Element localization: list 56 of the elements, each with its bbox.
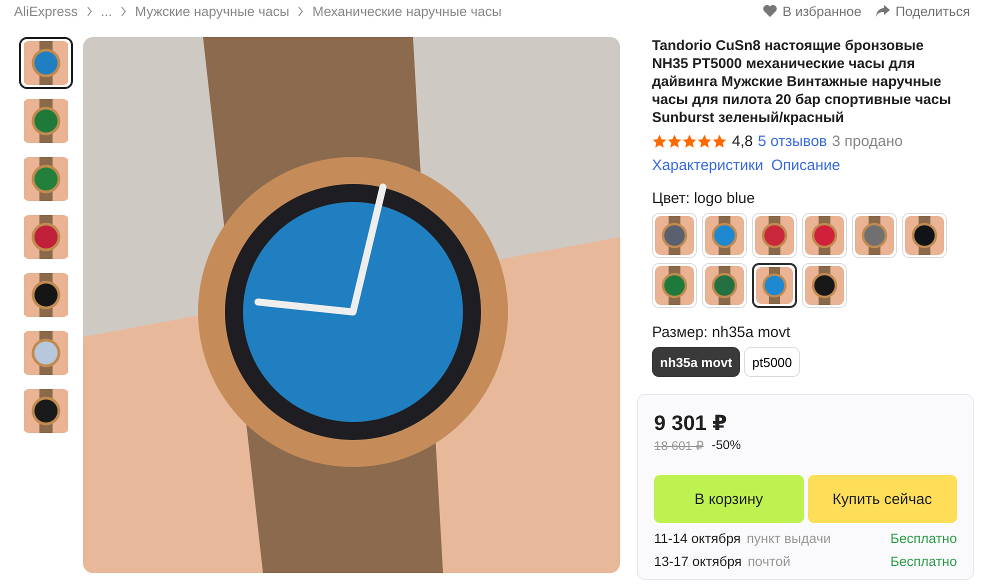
breadcrumb-link[interactable]: Механические наручные часы	[312, 4, 502, 18]
watch-swatch-drawing	[755, 216, 794, 255]
favorite-button[interactable]: В избранное	[762, 4, 862, 18]
share-button[interactable]: Поделиться	[875, 4, 970, 18]
watch-swatch-drawing	[705, 216, 744, 255]
watch-thumbnail-drawing	[23, 99, 69, 143]
delivery-method: пункт выдачи	[746, 531, 832, 546]
old-price: 18 601 ₽	[654, 438, 704, 453]
watch-thumbnail-drawing	[23, 273, 69, 317]
star-icon	[712, 134, 727, 149]
share-arrow-icon	[875, 4, 892, 18]
watch-thumbnail-drawing	[23, 215, 69, 259]
heart-icon	[762, 4, 778, 18]
star-icon	[652, 134, 667, 149]
chevron-icon	[120, 6, 128, 16]
sold-count: 3 продано	[832, 133, 903, 150]
size-option[interactable]: nh35a movt	[652, 347, 740, 377]
size-label: Размер: nh35a movt	[652, 324, 792, 341]
buy-now-button[interactable]: Купить сейчас	[808, 475, 957, 523]
watch-thumbnail-drawing	[23, 41, 69, 85]
breadcrumb-link[interactable]: Мужские наручные часы	[135, 4, 290, 18]
add-to-cart-button[interactable]: В корзину	[654, 475, 804, 523]
chevron-icon	[297, 6, 304, 16]
delivery-date: 13-17 октября	[654, 554, 742, 569]
color-swatch[interactable]	[752, 263, 797, 308]
watch-thumbnail-drawing	[23, 389, 69, 433]
breadcrumb-link[interactable]: AliExpress	[14, 4, 78, 18]
section-link[interactable]: Описание	[771, 157, 840, 174]
watch-swatch-drawing	[655, 216, 694, 255]
watch-swatch-drawing	[805, 266, 844, 305]
chevron-icon	[86, 6, 93, 16]
discount: -50%	[712, 438, 741, 453]
price: 9 301 ₽	[654, 411, 728, 436]
rating-value: 4,8	[732, 133, 753, 150]
watch-thumbnail-drawing	[23, 331, 69, 375]
section-link[interactable]: Характеристики	[652, 157, 764, 174]
star-icon	[667, 134, 682, 149]
delivery-date: 11-14 октября	[654, 531, 741, 546]
gallery-thumbnail[interactable]	[19, 37, 73, 89]
watch-swatch-drawing	[705, 266, 744, 305]
star-icon	[697, 134, 712, 149]
delivery-cost: Бесплатно	[890, 554, 957, 569]
size-option[interactable]: pt5000	[744, 347, 800, 377]
watch-swatch-drawing	[855, 216, 894, 255]
color-label: Цвет: logo blue	[652, 190, 756, 207]
watch-swatch-drawing	[905, 216, 944, 255]
watch-swatch-drawing	[805, 216, 844, 255]
reviews-link[interactable]: 5 отзывов	[758, 133, 828, 150]
watch-thumbnail-drawing	[23, 157, 69, 201]
star-icon	[682, 134, 697, 149]
delivery-cost: Бесплатно	[890, 531, 957, 546]
delivery-method: почтой	[748, 554, 792, 569]
watch-swatch-drawing	[655, 266, 694, 305]
watch-swatch-drawing	[756, 267, 793, 304]
breadcrumb-link[interactable]: ...	[100, 4, 112, 18]
product-title: Tandorio CuSn8 настоящие бронзовые NH35 PT5000 механические часы для дайвинга Мужские Винтажные наручные часы для пилота 20 бар спортивные часы Sunburst зеленый/красный	[652, 37, 952, 127]
